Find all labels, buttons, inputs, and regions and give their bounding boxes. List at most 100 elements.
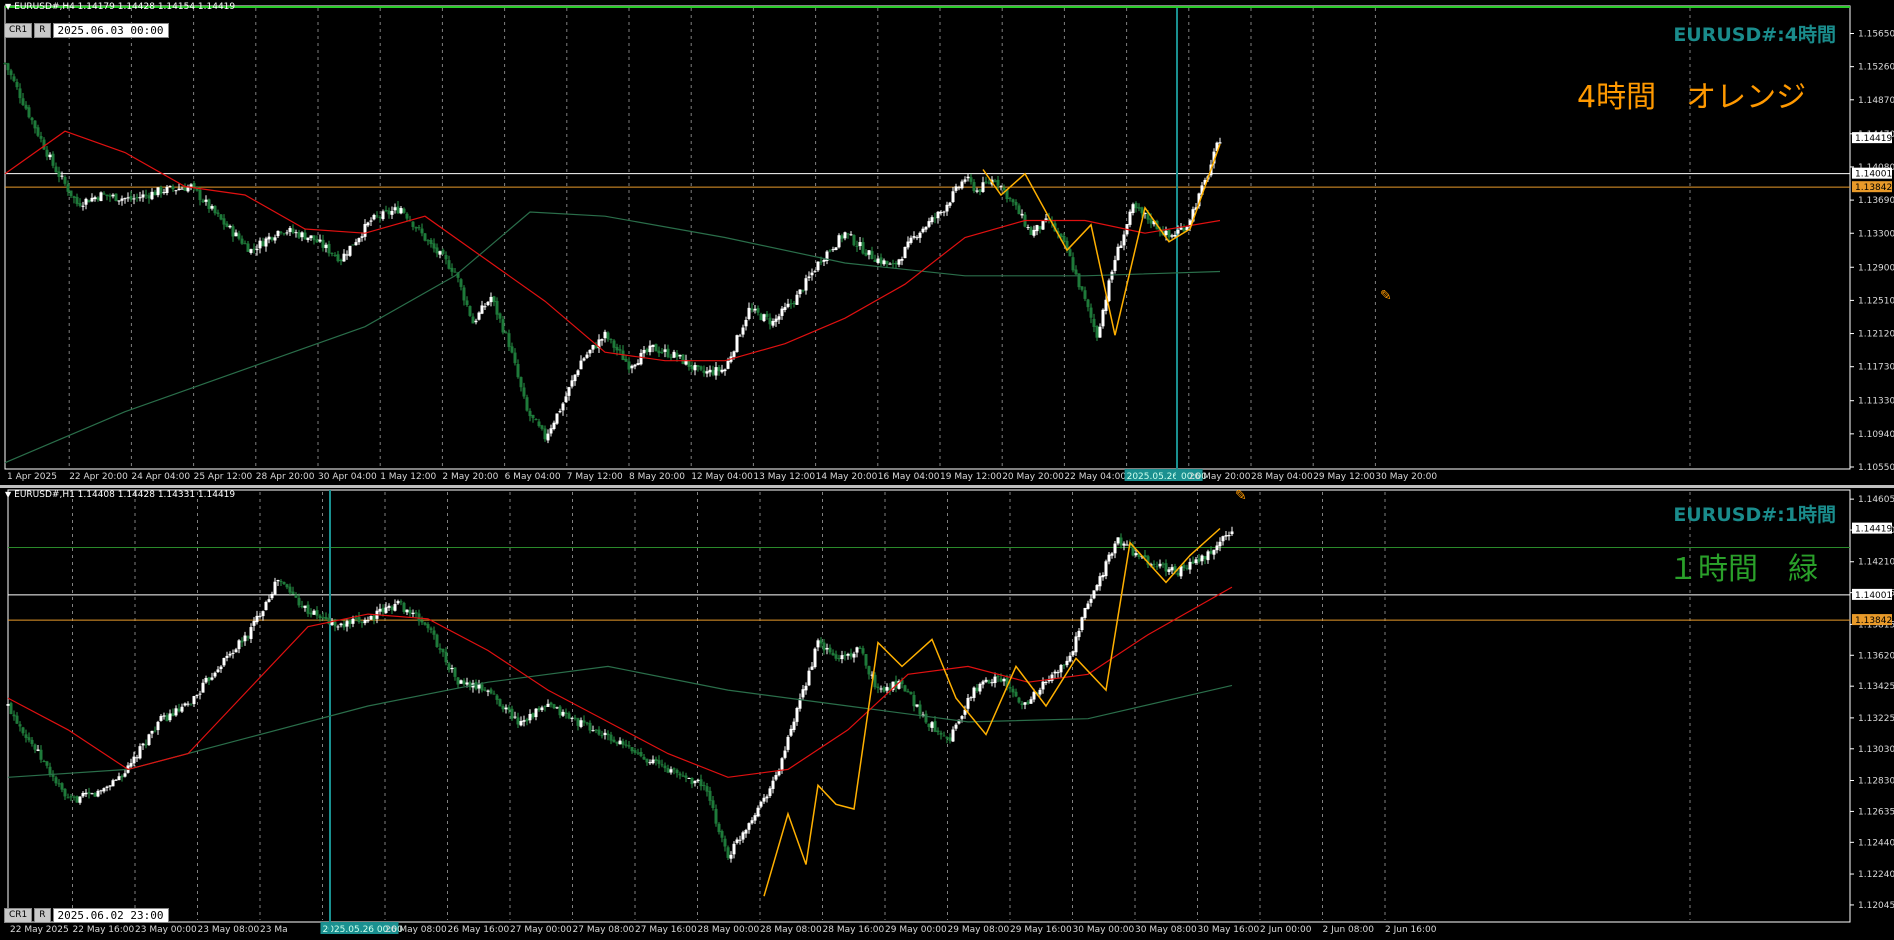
candle-bear xyxy=(498,313,502,319)
candle-bear xyxy=(996,179,1000,186)
candle-bear xyxy=(15,715,19,724)
candle-bull xyxy=(837,235,841,248)
candle-bull xyxy=(888,263,892,265)
candle-bull xyxy=(1218,142,1222,144)
x-tick-label: 19 May 12:00 xyxy=(940,472,1002,482)
candle-bull xyxy=(1107,280,1111,302)
h1-chart-canvas[interactable]: 22 May 2025 22 May 16:00 23 May 00:00 23 Ma… xyxy=(0,488,1894,940)
candle-bear xyxy=(684,775,688,778)
y-tick-label: 1.12900 xyxy=(1858,263,1894,273)
candle-bear xyxy=(588,722,592,731)
candle-bear xyxy=(645,349,649,352)
h1-chart-panel[interactable]: 22 May 2025 22 May 16:00 23 May 00:00 23 Ma… xyxy=(0,488,1894,940)
candle-bull xyxy=(1176,229,1180,234)
candle-bear xyxy=(24,104,28,109)
candle-bear xyxy=(858,647,862,649)
candle-bull xyxy=(951,191,955,203)
candle-bull xyxy=(396,601,400,604)
candle-bear xyxy=(372,615,376,620)
candle-bull xyxy=(714,367,718,376)
r-button[interactable]: R xyxy=(34,23,51,38)
candle-bear xyxy=(411,221,415,227)
candle-bear xyxy=(219,214,223,220)
candle-bear xyxy=(240,640,244,643)
candle-bull xyxy=(99,790,103,792)
candle-bull xyxy=(1158,563,1162,567)
plot-frame xyxy=(7,489,1851,923)
candle-bull xyxy=(1104,561,1108,577)
candle-bull xyxy=(234,232,238,237)
candle-bull xyxy=(849,234,853,236)
candle-bear xyxy=(516,717,520,725)
candle-bear xyxy=(243,243,247,245)
candle-bear xyxy=(489,689,493,694)
candle-bull xyxy=(1116,537,1120,544)
candle-bull xyxy=(936,211,940,219)
candle-bull xyxy=(177,188,181,191)
candle-bear xyxy=(105,194,109,197)
candle-bull xyxy=(348,245,352,256)
x-tick-label: 2 Jun 16:00 xyxy=(1385,925,1437,935)
candle-bull xyxy=(915,704,919,707)
candle-bull xyxy=(786,736,790,750)
candle-bear xyxy=(492,693,496,695)
candle-bull xyxy=(948,202,952,206)
candle-bull xyxy=(174,708,178,716)
candle-bear xyxy=(876,686,880,689)
r-button[interactable]: R xyxy=(34,908,51,923)
candle-bear xyxy=(87,792,91,794)
candle-bear xyxy=(57,783,61,785)
candle-bear xyxy=(18,724,22,727)
h4-time-box[interactable]: 2025.06.03 00:00 xyxy=(52,23,169,38)
collapse-triangle-icon[interactable]: ▼ xyxy=(5,2,11,11)
candle-bear xyxy=(27,737,31,741)
x-tick-label: 25 Apr 12:00 xyxy=(194,472,253,482)
candle-bear xyxy=(765,313,769,317)
candle-bear xyxy=(54,166,58,173)
candle-bear xyxy=(1095,326,1099,338)
candle-bull xyxy=(276,579,280,582)
candle-bear xyxy=(348,619,352,625)
candle-bull xyxy=(789,728,793,736)
cr1-button[interactable]: CR1 xyxy=(4,908,33,923)
candle-bull xyxy=(1128,211,1132,225)
candle-bear xyxy=(66,184,70,192)
x-tick-label: 26 May 16:00 xyxy=(448,925,510,935)
candle-bull xyxy=(123,198,127,200)
candle-bull xyxy=(1074,636,1078,653)
candle-bear xyxy=(441,648,445,653)
candle-bull xyxy=(876,258,880,263)
candle-bear xyxy=(297,597,301,606)
candle-bull xyxy=(213,672,217,677)
y-tick-label: 1.11730 xyxy=(1858,363,1894,373)
candle-bull xyxy=(1227,535,1231,537)
candle-bear xyxy=(330,252,334,254)
candle-bull xyxy=(726,360,730,369)
candle-bear xyxy=(852,235,856,246)
candle-bear xyxy=(261,241,265,247)
candle-bear xyxy=(831,652,835,656)
candle-bear xyxy=(558,706,562,716)
candle-bull xyxy=(399,208,403,214)
cr1-button[interactable]: CR1 xyxy=(4,23,33,38)
h4-note-text: 4時間 オレンジ xyxy=(1577,80,1807,115)
candle-bull xyxy=(300,232,304,238)
candle-bear xyxy=(1089,307,1093,318)
collapse-triangle-icon[interactable]: ▼ xyxy=(5,490,11,499)
candle-bear xyxy=(420,620,424,623)
candle-bull xyxy=(1083,607,1087,618)
candle-bull xyxy=(642,349,646,354)
candle-bull xyxy=(249,627,253,639)
candle-bear xyxy=(21,727,25,734)
candle-bull xyxy=(483,306,487,308)
candle-bull xyxy=(747,307,751,320)
h1-time-box[interactable]: 2025.06.02 23:00 xyxy=(52,908,169,923)
candle-bull xyxy=(1170,235,1174,237)
candle-bull xyxy=(123,773,127,777)
candle-bull xyxy=(381,211,385,220)
h4-chart-panel[interactable]: 1 Apr 2025 22 Apr 20:00 24 Apr 04:00 25 Apr… xyxy=(0,0,1894,485)
candle-bear xyxy=(855,245,859,247)
pencil-marker-icon: ✎ xyxy=(1380,288,1392,304)
candle-bear xyxy=(6,63,10,71)
candle-bull xyxy=(354,242,358,246)
